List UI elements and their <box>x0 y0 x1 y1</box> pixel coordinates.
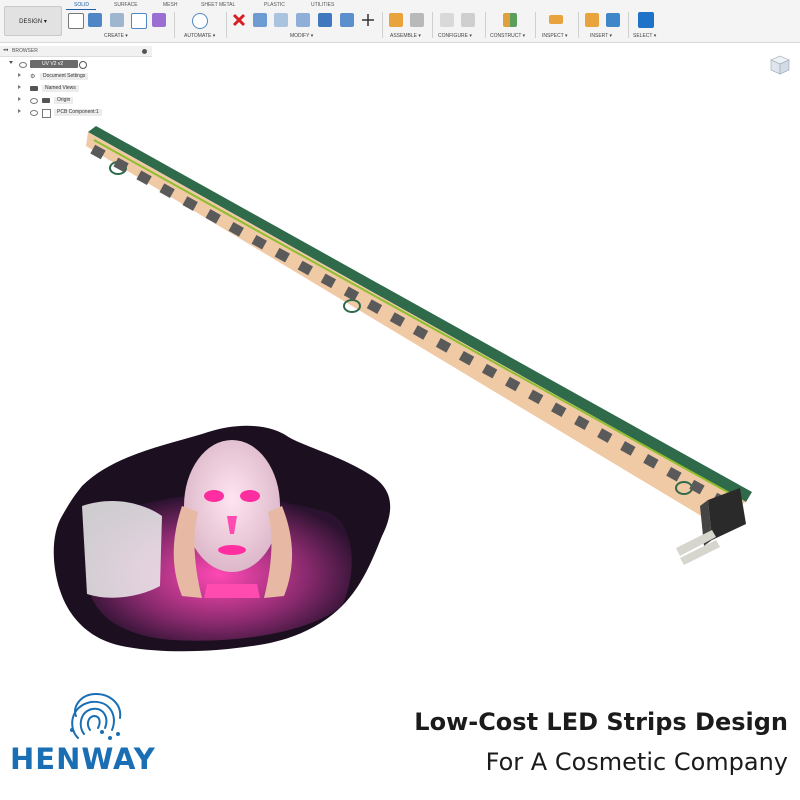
pillow <box>82 501 162 598</box>
headline-subtitle: For A Cosmetic Company <box>485 748 788 776</box>
led-strip-model[interactable] <box>0 0 800 800</box>
brand-name: HENWAY <box>10 742 156 776</box>
mask-eye-right <box>240 490 260 502</box>
mask-eye-left <box>204 490 224 502</box>
mask-mouth <box>218 545 246 555</box>
neck-led-band <box>204 584 260 598</box>
headline-title: Low-Cost LED Strips Design <box>414 708 788 736</box>
led-mask-photo <box>53 425 391 652</box>
